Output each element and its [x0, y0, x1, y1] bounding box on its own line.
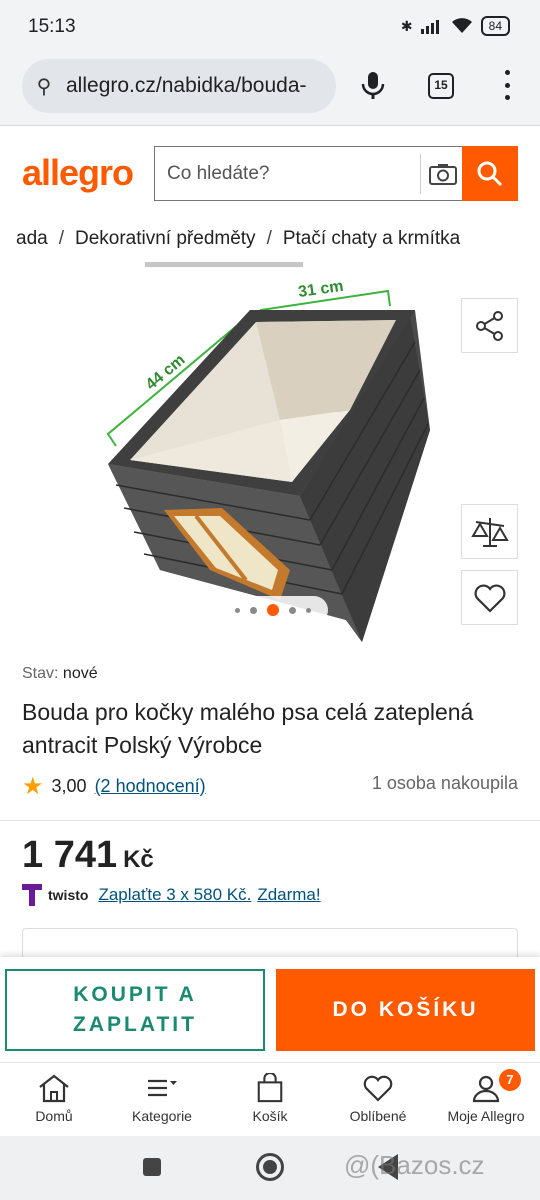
allegro-logo[interactable]: allegro [22, 152, 134, 194]
wifi-icon [451, 18, 472, 33]
more-menu-icon[interactable] [497, 70, 517, 100]
gallery-dot[interactable] [306, 607, 311, 613]
search-field[interactable]: Co hledáte? [154, 146, 464, 201]
twisto-offer-link[interactable]: Zaplaťte 3 x 580 Kč. [98, 885, 251, 905]
gallery-dot-active[interactable] [267, 604, 279, 616]
home-icon [39, 1074, 69, 1103]
gallery-dot[interactable] [235, 607, 240, 613]
site-settings-icon[interactable]: ⚲ [22, 74, 66, 99]
status-time: 15:13 [28, 16, 76, 37]
battery-icon: 84 [480, 16, 510, 36]
watermark: @(Bazos.cz [344, 1150, 485, 1180]
signal-icon [420, 20, 439, 34]
price-value: 1 741 [22, 834, 118, 876]
search-icon [477, 161, 503, 186]
condition-value: nové [62, 665, 98, 682]
product-title: Bouda pro kočky malého psa celá zateplen… [22, 699, 474, 758]
browser-toolbar: ⚲ allegro.cz/nabidka/bouda- 15 [0, 56, 540, 126]
star-icon: ★ [22, 773, 44, 800]
purchase-bar: KOUPIT A ZAPLATIT DO KOŠÍKU [0, 957, 540, 1062]
nav-cart[interactable]: Košík [216, 1063, 324, 1136]
gallery-pagination [218, 596, 328, 624]
condition: Stav: nové [22, 665, 98, 683]
tab-switcher-button[interactable]: 15 [428, 73, 454, 99]
rating-value: 3,00 [51, 776, 87, 796]
user-icon [472, 1075, 500, 1103]
bottom-navigation: Domů Kategorie Košík Oblíbené 7 Moje All… [0, 1062, 540, 1136]
search-button[interactable] [462, 146, 518, 201]
breadcrumb: ada / Dekorativní předměty / Ptačí chaty a k… [16, 228, 461, 249]
nav-categories[interactable]: Kategorie [108, 1063, 216, 1136]
address-bar[interactable]: ⚲ allegro.cz/nabidka/bouda- [22, 59, 336, 113]
price-currency: Kč [123, 846, 154, 873]
buy-now-button[interactable]: KOUPIT A ZAPLATIT [5, 969, 265, 1051]
recents-button[interactable] [143, 1158, 161, 1176]
nav-label: Oblíbené [349, 1108, 407, 1124]
bag-icon [257, 1073, 283, 1103]
heart-icon [363, 1075, 393, 1102]
rating-count-link[interactable]: (2 hodnocení) [95, 776, 206, 797]
menu-icon [148, 1079, 177, 1097]
camera-search-icon[interactable] [420, 153, 464, 194]
url-text: allegro.cz/nabidka/bouda- [66, 74, 307, 97]
purchase-count: 1 osoba nakoupila [371, 773, 518, 793]
breadcrumb-item[interactable]: ada [16, 228, 48, 249]
compare-button[interactable] [461, 504, 518, 559]
bluetooth-icon: ✱ [400, 17, 413, 34]
share-icon [475, 310, 503, 341]
nav-label: Domů [35, 1108, 73, 1124]
nav-my-allegro[interactable]: 7 Moje Allegro [432, 1063, 540, 1136]
dimension-width-label: 31 cm [297, 278, 344, 301]
scales-icon [470, 517, 509, 547]
heart-icon [474, 584, 505, 613]
twisto-offer: twisto Zaplaťte 3 x 580 Kč. Zdarma! [22, 884, 321, 906]
search-input[interactable]: Co hledáte? [155, 163, 420, 185]
price: 1 741 Kč [22, 834, 154, 877]
condition-label: Stav: [22, 665, 59, 682]
nav-label: Košík [252, 1108, 288, 1124]
nav-home[interactable]: Domů [0, 1063, 108, 1136]
home-button[interactable] [256, 1153, 284, 1181]
rating: ★ 3,00 (2 hodnocení) [22, 772, 206, 801]
twisto-free-link[interactable]: Zdarma! [257, 885, 320, 905]
nav-label: Moje Allegro [447, 1108, 525, 1124]
breadcrumb-scrollbar[interactable] [145, 262, 303, 267]
breadcrumb-item[interactable]: Dekorativní předměty [75, 228, 256, 249]
breadcrumb-item[interactable]: Ptačí chaty a krmítka [283, 228, 460, 249]
nav-favorites[interactable]: Oblíbené [324, 1063, 432, 1136]
nav-label: Kategorie [132, 1108, 192, 1124]
gallery-dot[interactable] [289, 606, 296, 614]
gallery-dot[interactable] [250, 606, 257, 614]
mic-icon[interactable] [356, 68, 390, 102]
notification-badge: 7 [498, 1069, 521, 1091]
twisto-brand: twisto [48, 887, 89, 903]
status-bar: 15:13 ✱ 84 [0, 0, 540, 56]
add-to-cart-button[interactable]: DO KOŠÍKU [276, 969, 535, 1051]
divider [0, 820, 540, 821]
share-button[interactable] [461, 298, 518, 353]
favorite-button[interactable] [461, 570, 518, 625]
twisto-logo-icon [22, 884, 42, 906]
